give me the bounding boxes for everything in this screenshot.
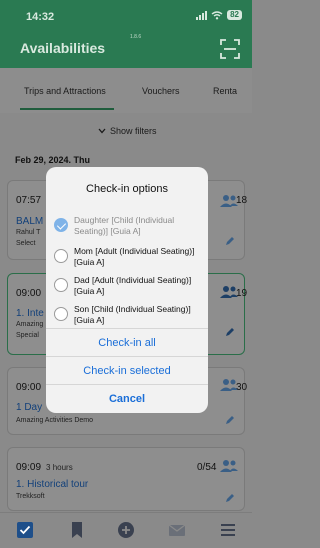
checkin-option-mom[interactable]: Mom [Adult (Individual Seating)] [Guia A… xyxy=(54,246,204,268)
app-version: 1.8.6 xyxy=(130,34,142,40)
mail-icon[interactable] xyxy=(168,521,186,539)
date-header: Feb 29, 2024. Thu xyxy=(15,155,91,165)
checkin-option-label: Daughter [Child (Individual Seating)] [G… xyxy=(74,215,175,236)
card-subtitle: Trekksoft xyxy=(16,493,45,500)
bottom-navigation xyxy=(0,512,252,548)
check-in-selected-button[interactable]: Check-in selected xyxy=(46,356,208,384)
signal-icon xyxy=(196,10,208,20)
checkin-option-label: Mom [Adult (Individual Seating)] [Guia A… xyxy=(74,246,195,267)
tab-trips-and-attractions[interactable]: Trips and Attractions xyxy=(24,86,106,96)
battery-indicator: 82 xyxy=(227,10,242,20)
edit-icon[interactable] xyxy=(224,414,236,426)
card-time: 09:09 3 hours xyxy=(16,462,73,473)
radio-checked-icon[interactable] xyxy=(54,218,68,232)
people-icon[interactable] xyxy=(220,194,238,208)
scan-icon[interactable] xyxy=(220,39,240,59)
radio-icon[interactable] xyxy=(54,249,68,263)
people-icon[interactable] xyxy=(220,459,238,473)
card-count: 0/54 xyxy=(197,462,217,473)
menu-icon[interactable] xyxy=(219,521,237,539)
show-filters-label: Show filters xyxy=(110,126,157,136)
edit-icon[interactable] xyxy=(224,492,236,504)
card-time: 09:00 xyxy=(16,382,42,393)
checkin-option-label: Son [Child (Individual Seating)] [Guia A… xyxy=(74,304,191,325)
card-note: Select xyxy=(16,240,36,247)
tab-vouchers[interactable]: Vouchers xyxy=(142,86,180,96)
edit-icon[interactable] xyxy=(224,326,236,338)
card-time: 09:00 xyxy=(16,288,42,299)
check-in-all-button[interactable]: Check-in all xyxy=(46,328,208,356)
card-title[interactable]: BALM xyxy=(16,216,43,227)
people-icon[interactable] xyxy=(220,285,238,299)
card-time-value: 09:09 xyxy=(16,462,42,473)
checkbox-icon[interactable] xyxy=(16,521,34,539)
card-title[interactable]: 1 Day xyxy=(16,402,42,413)
active-tab-indicator xyxy=(20,108,114,110)
radio-icon[interactable] xyxy=(54,307,68,321)
card-duration: 3 hours xyxy=(46,463,73,472)
people-icon[interactable] xyxy=(220,378,238,392)
card-subtitle: Amazing xyxy=(16,321,44,328)
edit-icon[interactable] xyxy=(224,235,236,247)
checkin-option-label: Dad [Adult (Individual Seating)] [Guia A… xyxy=(74,275,192,296)
status-icons: 82 xyxy=(196,10,242,20)
card-note: Special xyxy=(16,332,39,339)
check-in-options-dialog: Check-in options Daughter [Child (Indivi… xyxy=(46,167,208,413)
card-time: 07:57 xyxy=(16,195,42,206)
cancel-button[interactable]: Cancel xyxy=(46,384,208,412)
app-header: 1.8.6 Availabilities xyxy=(0,34,252,68)
card-title[interactable]: 1. Inte xyxy=(16,308,44,319)
checkin-option-son[interactable]: Son [Child (Individual Seating)] [Guia A… xyxy=(54,304,204,326)
show-filters-button[interactable]: Show filters xyxy=(98,126,157,136)
tab-bar: Trips and Attractions Vouchers Renta xyxy=(0,68,252,113)
card-subtitle: Amazing Activities Demo xyxy=(16,417,94,424)
wifi-icon xyxy=(211,10,223,19)
checkin-option-daughter[interactable]: Daughter [Child (Individual Seating)] [G… xyxy=(54,215,204,237)
status-bar: 14:32 82 xyxy=(0,0,252,34)
checkin-option-dad[interactable]: Dad [Adult (Individual Seating)] [Guia A… xyxy=(54,275,204,297)
radio-icon[interactable] xyxy=(54,278,68,292)
chevron-down-icon xyxy=(98,128,106,134)
bookmark-icon[interactable] xyxy=(68,521,86,539)
card-title[interactable]: 1. Historical tour xyxy=(16,479,88,490)
availability-card[interactable]: 09:09 3 hours 0/54 1. Historical tour Tre… xyxy=(7,447,245,511)
dialog-title: Check-in options xyxy=(86,183,168,195)
tab-rentals[interactable]: Renta xyxy=(213,86,237,96)
status-time: 14:32 xyxy=(26,11,55,23)
card-subtitle: Rahul T xyxy=(16,229,41,236)
page-title: Availabilities xyxy=(20,40,106,56)
filters-bar: Show filters xyxy=(0,113,252,151)
plus-icon[interactable] xyxy=(117,521,135,539)
